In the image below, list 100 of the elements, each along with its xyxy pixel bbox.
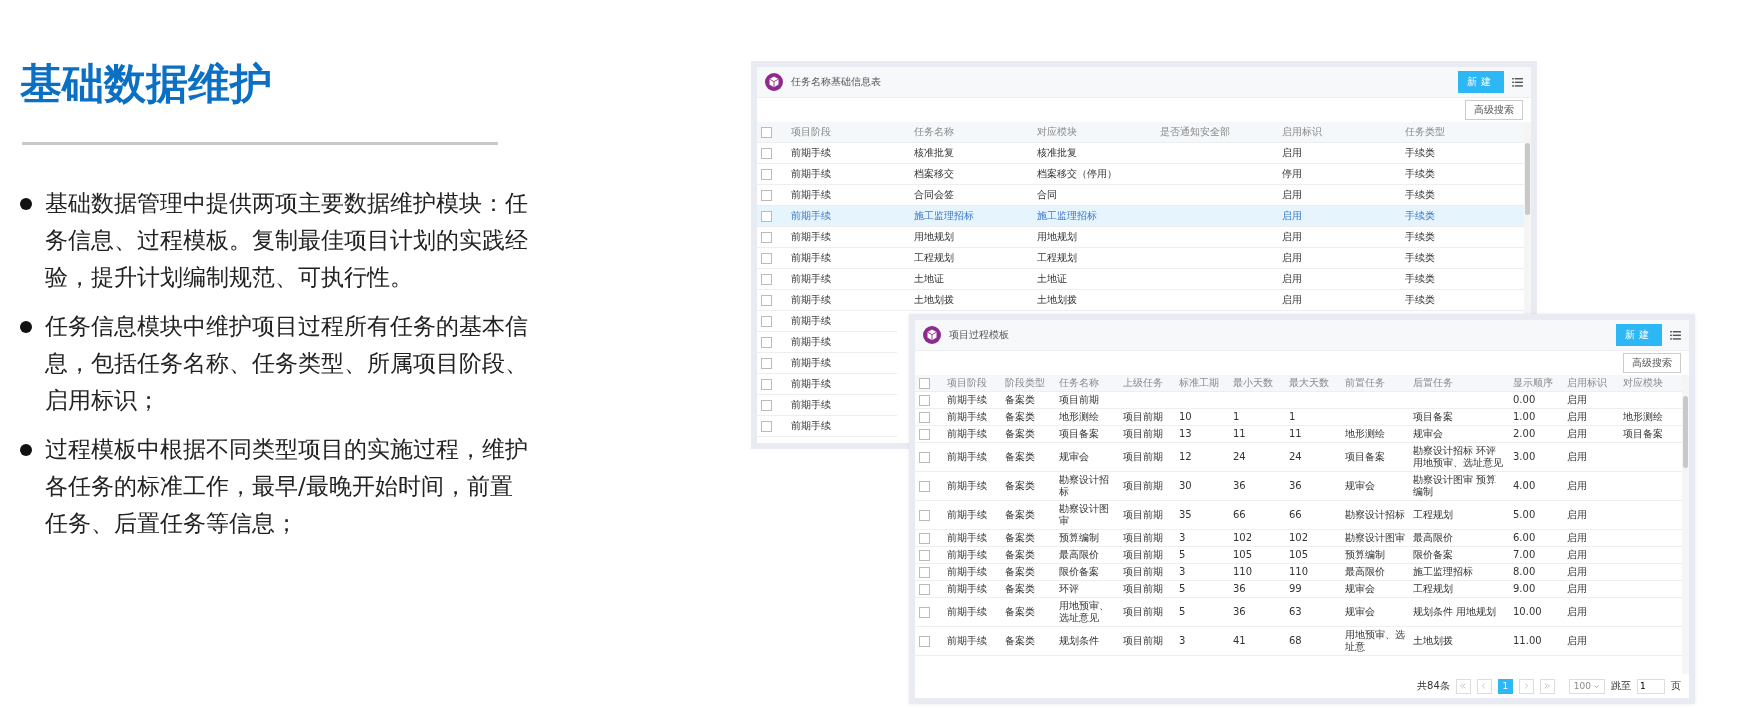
- table-cell: 前期手续: [947, 480, 987, 492]
- table-row[interactable]: 前期手续 档案移交 档案移交（停用） 停用 手续类: [757, 164, 1524, 185]
- scrollbar-thumb[interactable]: [1683, 396, 1688, 468]
- advanced-search-button[interactable]: 高级搜索: [1465, 100, 1523, 120]
- advanced-search-button[interactable]: 高级搜索: [1623, 353, 1681, 373]
- table-cell: 前期手续: [791, 273, 831, 285]
- table-cell: 备案类: [1005, 635, 1035, 647]
- cube-icon: [923, 326, 941, 344]
- list-icon[interactable]: [1512, 77, 1523, 87]
- table-cell: 前期手续: [947, 635, 987, 647]
- table-cell: 工程规划: [1413, 509, 1453, 521]
- table-cell: 最高限价: [1413, 532, 1453, 544]
- column-header: 对应模块: [1623, 377, 1663, 389]
- next-page-button[interactable]: [1518, 678, 1534, 694]
- checkbox[interactable]: [919, 428, 930, 440]
- checkbox[interactable]: [761, 378, 772, 390]
- column-header: 对应模块: [1036, 126, 1077, 138]
- checkbox[interactable]: [919, 566, 930, 578]
- checkbox[interactable]: [761, 252, 772, 264]
- table-cell: 最高限价: [1059, 549, 1099, 561]
- list-icon[interactable]: [1670, 330, 1681, 340]
- table-row[interactable]: 前期手续 用地规划 用地规划 启用 手续类: [757, 227, 1524, 248]
- checkbox[interactable]: [919, 583, 930, 595]
- table-row[interactable]: 前期手续 备案类 限价备案 项目前期 3 110 110 最高限价 施工监理招标 8.00 启用: [915, 564, 1682, 581]
- table-row[interactable]: 前期手续 工程规划 工程规划 启用 手续类: [757, 248, 1524, 269]
- checkbox[interactable]: [761, 273, 772, 285]
- checkbox[interactable]: [761, 231, 772, 243]
- checkbox[interactable]: [761, 399, 772, 411]
- page-input[interactable]: 1: [1637, 678, 1665, 694]
- column-header: 前置任务: [1345, 377, 1385, 389]
- checkbox[interactable]: [919, 451, 930, 463]
- table-cell: 预算编制: [1345, 549, 1385, 561]
- checkbox[interactable]: [761, 336, 772, 348]
- column-header: 项目阶段: [791, 126, 831, 138]
- table-cell: 项目前期: [1059, 394, 1099, 406]
- table-row[interactable]: 前期手续 备案类 勘察设计招标 项目前期 30 36 36 规审会 勘察设计图审 预算编制 4.00 启用: [915, 472, 1682, 501]
- checkbox[interactable]: [761, 168, 772, 180]
- checkbox[interactable]: [761, 315, 772, 327]
- first-page-button[interactable]: [1455, 678, 1471, 694]
- table-cell: 规审会: [1345, 583, 1375, 595]
- table-cell: 手续类: [1405, 273, 1436, 285]
- checkbox[interactable]: [919, 377, 930, 389]
- checkbox[interactable]: [761, 294, 772, 306]
- table-cell: 项目前期: [1123, 451, 1163, 463]
- table-row[interactable]: 前期手续: [757, 332, 897, 353]
- bullet-text: 过程模板中根据不同类型项目的实施过程，维护各任务的标准工作，最早/最晚开始时间，前置任务、后置任务等信息；: [45, 435, 529, 538]
- table-row[interactable]: 前期手续 备案类 项目前期 0.00 启用: [915, 392, 1682, 409]
- column-header: 启用标识: [1282, 126, 1323, 138]
- table-row[interactable]: 前期手续 备案类 地形测绘 项目前期 10 1 1 项目备案 1.00 启用 地形测绘: [915, 409, 1682, 426]
- checkbox[interactable]: [919, 394, 930, 406]
- last-page-button[interactable]: [1539, 678, 1555, 694]
- table-cell: 102: [1289, 532, 1309, 544]
- checkbox[interactable]: [919, 532, 930, 544]
- checkbox[interactable]: [761, 357, 772, 369]
- caret-icon: [1593, 682, 1600, 690]
- checkbox[interactable]: [761, 147, 772, 159]
- checkbox[interactable]: [761, 420, 772, 432]
- checkbox[interactable]: [761, 126, 772, 138]
- table-row[interactable]: 前期手续 土地证 土地证 启用 手续类: [757, 269, 1524, 290]
- table-row[interactable]: 前期手续 备案类 环评 项目前期 5 36 99 规审会 工程规划 9.00 启用: [915, 581, 1682, 598]
- checkbox[interactable]: [919, 411, 930, 423]
- table-row[interactable]: 前期手续: [757, 353, 897, 374]
- checkbox[interactable]: [761, 189, 772, 201]
- checkbox[interactable]: [919, 480, 930, 492]
- table-cell: 前期手续: [791, 420, 831, 432]
- table-row[interactable]: 前期手续 备案类 最高限价 项目前期 5 105 105 预算编制 限价备案 7.00 启用: [915, 547, 1682, 564]
- table-row[interactable]: 前期手续 备案类 用地预审、选址意见 项目前期 5 36 63 规审会 规划条件 用地规划 10.00 启用: [915, 598, 1682, 627]
- checkbox[interactable]: [919, 509, 930, 521]
- table-row[interactable]: 前期手续 备案类 项目备案 项目前期 13 11 11 地形测绘 规审会 2.00 启用 项目备案: [915, 426, 1682, 443]
- table-cell: 工程规划: [913, 252, 954, 264]
- table-row[interactable]: 前期手续 施工监理招标 施工监理招标 启用 手续类: [757, 206, 1524, 227]
- table-row[interactable]: 前期手续 备案类 勘察设计图审 项目前期 35 66 66 勘察设计招标 工程规划 5.00 启用: [915, 501, 1682, 530]
- table-row[interactable]: 前期手续 土地划拨 土地划拨 启用 手续类: [757, 290, 1524, 311]
- table-cell: 限价备案: [1059, 566, 1099, 578]
- previous-page-button[interactable]: [1476, 678, 1492, 694]
- scrollbar-thumb[interactable]: [1525, 143, 1530, 215]
- table-cell: 10: [1179, 411, 1192, 423]
- checkbox[interactable]: [761, 210, 772, 222]
- table-cell: 项目前期: [1123, 411, 1163, 423]
- table-row[interactable]: 前期手续: [757, 395, 897, 416]
- table-cell: 勘察设计招标: [1345, 509, 1405, 521]
- checkbox[interactable]: [919, 635, 930, 647]
- checkbox[interactable]: [919, 549, 930, 561]
- table-cell: 手续类: [1405, 210, 1436, 222]
- column-header: 最小天数: [1233, 377, 1273, 389]
- table-cell-text: 勘察设计图审 预算编制: [1413, 474, 1498, 498]
- page-size-select[interactable]: 100: [1568, 678, 1605, 694]
- bullet-icon: [20, 444, 32, 456]
- table-row[interactable]: 前期手续: [757, 416, 897, 437]
- table-cell: 105: [1289, 549, 1309, 561]
- table-row[interactable]: 前期手续: [757, 311, 897, 332]
- checkbox[interactable]: [919, 606, 930, 618]
- table-row[interactable]: 前期手续 核准批复 核准批复 启用 手续类: [757, 143, 1524, 164]
- table-row[interactable]: 前期手续: [757, 374, 897, 395]
- table-cell: 启用: [1567, 583, 1587, 595]
- table-cell: 13: [1179, 428, 1192, 440]
- page-unit: 页: [1671, 679, 1681, 693]
- table-row[interactable]: 前期手续 备案类 预算编制 项目前期 3 102 102 勘察设计图审 最高限价 6.00 启用: [915, 530, 1682, 547]
- table-cell: 启用: [1282, 294, 1303, 306]
- table-cell: 30: [1179, 480, 1192, 492]
